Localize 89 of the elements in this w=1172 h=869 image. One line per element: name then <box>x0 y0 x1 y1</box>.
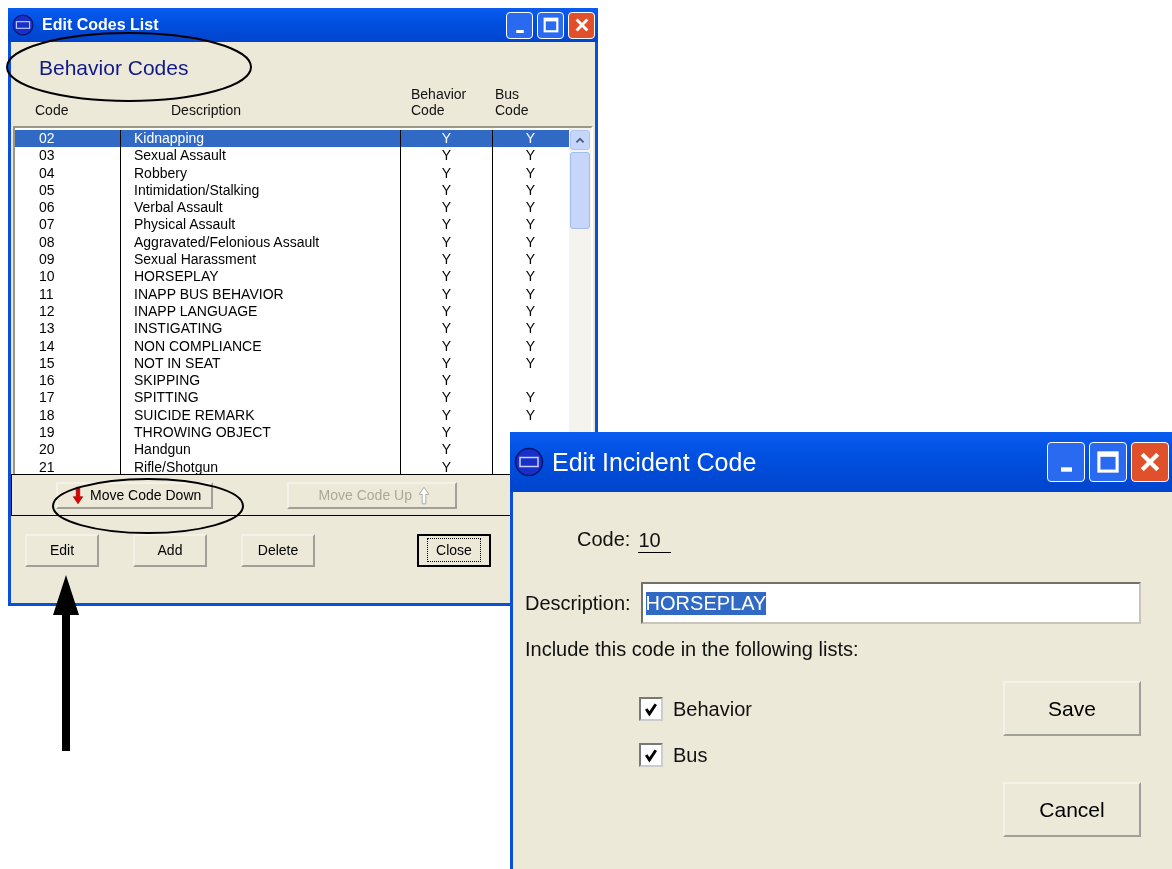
description-cell: THROWING OBJECT <box>121 424 401 442</box>
description-cell: SKIPPING <box>121 372 401 390</box>
code-cell: 21 <box>15 458 121 474</box>
code-cell: 04 <box>15 164 121 182</box>
code-cell: 14 <box>15 337 121 355</box>
code-cell: 12 <box>15 302 121 321</box>
column-header: Bus Code <box>494 86 530 118</box>
behavior-flag-cell: Y <box>441 130 452 146</box>
description-cell: INAPP LANGUAGE <box>121 302 401 321</box>
behavior-flag-cell: Y <box>441 458 452 474</box>
description-cell: Handgun <box>121 441 401 459</box>
behavior-flag-cell: Y <box>441 181 452 198</box>
code-cell: 17 <box>15 389 121 407</box>
behavior-flag-cell: Y <box>441 406 452 423</box>
description-label: Description: <box>525 591 631 615</box>
code-cell: 06 <box>15 199 121 217</box>
window-title: Edit Codes List <box>42 16 159 34</box>
behavior-flag-cell: Y <box>441 320 452 337</box>
description-cell: INAPP BUS BEHAVIOR <box>121 285 401 303</box>
behavior-flag-cell: Y <box>441 164 452 181</box>
description-cell: Sexual Harassment <box>121 251 401 269</box>
description-cell: SPITTING <box>121 389 401 407</box>
behavior-flag-cell: Y <box>441 285 452 302</box>
code-cell: 08 <box>15 233 121 252</box>
code-label: Code: <box>577 528 631 551</box>
code-cell: 11 <box>15 285 121 303</box>
description-cell: Rifle/Shotgun <box>121 458 401 474</box>
description-cell: Aggravated/Felonious Assault <box>121 233 401 252</box>
list-heading: Behavior Codes <box>39 56 189 81</box>
behavior-flag-cell: Y <box>441 147 452 164</box>
column-header: Description <box>170 102 243 118</box>
bus-flag-cell: Y <box>525 199 536 216</box>
behavior-flag-cell: Y <box>441 337 452 354</box>
description-cell: Kidnapping <box>121 130 401 148</box>
code-cell: 15 <box>15 354 121 373</box>
behavior-flag-cell: Y <box>441 199 452 216</box>
bus-flag-cell: Y <box>525 320 536 337</box>
behavior-flag-cell: Y <box>441 424 452 441</box>
bus-flag-cell: Y <box>525 354 536 371</box>
behavior-flag-cell: Y <box>441 302 452 319</box>
bus-flag-cell: Y <box>525 251 536 268</box>
bus-flag-cell: Y <box>525 233 536 250</box>
bus-flag-cell: Y <box>525 216 536 233</box>
description-cell: NOT IN SEAT <box>121 354 401 373</box>
description-cell: HORSEPLAY <box>121 268 401 286</box>
behavior-flag-cell: Y <box>441 251 452 268</box>
description-cell: Physical Assault <box>121 216 401 234</box>
bus-flag-cell: Y <box>525 337 536 354</box>
include-lists-label: Include this code in the following lists: <box>525 638 860 661</box>
behavior-flag-cell: Y <box>441 389 452 406</box>
window-title: Edit Incident Code <box>552 447 757 477</box>
bus-flag-cell: Y <box>525 268 536 285</box>
bus-flag-cell: Y <box>525 181 536 198</box>
code-cell: 09 <box>15 251 121 269</box>
description-cell: Sexual Assault <box>121 147 401 165</box>
behavior-flag-cell: Y <box>441 441 452 458</box>
code-cell: 02 <box>15 130 121 148</box>
bus-flag-cell: Y <box>525 285 536 302</box>
code-cell: 13 <box>15 320 121 338</box>
description-cell: SUICIDE REMARK <box>121 406 401 425</box>
checkbox-label: Bus <box>673 743 708 767</box>
description-cell: NON COMPLIANCE <box>121 337 401 355</box>
description-cell: Robbery <box>121 164 401 182</box>
code-cell: 03 <box>15 147 121 165</box>
bus-flag-cell: Y <box>525 302 536 319</box>
code-value: 10 <box>638 528 671 553</box>
bus-flag-cell: Y <box>525 389 536 406</box>
checkbox-label: Behavior <box>673 697 752 721</box>
code-cell: 16 <box>15 372 121 390</box>
code-cell: 10 <box>15 268 121 286</box>
behavior-flag-cell: Y <box>441 233 452 250</box>
code-cell: 19 <box>15 424 121 442</box>
description-cell: Verbal Assault <box>121 199 401 217</box>
behavior-flag-cell: Y <box>441 216 452 233</box>
behavior-flag-cell: Y <box>441 268 452 285</box>
bus-flag-cell: Y <box>525 130 536 146</box>
code-cell: 05 <box>15 181 121 200</box>
code-cell: 18 <box>15 406 121 425</box>
code-cell: 07 <box>15 216 121 234</box>
behavior-flag-cell: Y <box>441 354 452 371</box>
column-header: Code <box>34 102 70 118</box>
description-cell: Intimidation/Stalking <box>121 181 401 200</box>
code-cell: 20 <box>15 441 121 459</box>
bus-flag-cell: Y <box>525 147 536 164</box>
behavior-flag-cell: Y <box>441 372 452 389</box>
bus-flag-cell: Y <box>525 164 536 181</box>
column-header: Behavior Code <box>410 86 468 118</box>
description-cell: INSTIGATING <box>121 320 401 338</box>
bus-flag-cell: Y <box>525 406 536 423</box>
